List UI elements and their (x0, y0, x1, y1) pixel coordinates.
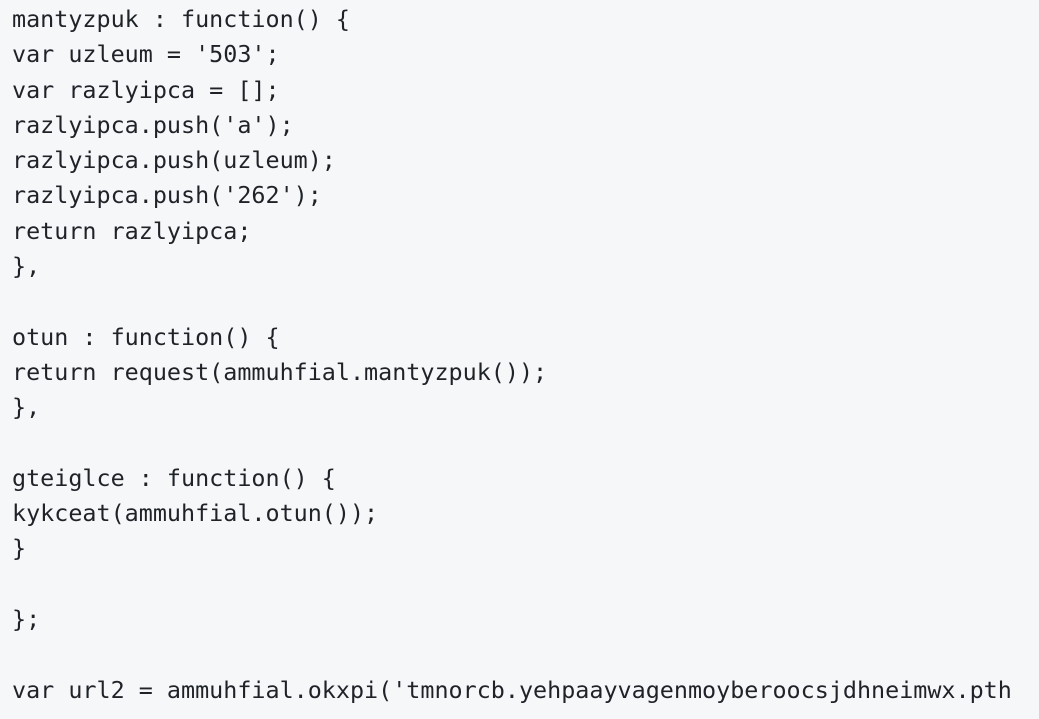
code-viewer: mantyzpuk : function() { var uzleum = '5… (0, 0, 1039, 719)
code-line: mantyzpuk : function() { (12, 5, 350, 33)
code-line: otun : function() { (12, 322, 280, 351)
code-line: }, (12, 393, 41, 422)
code-line: } (12, 534, 27, 563)
code-line: return request(ammuhfial.mantyzpuk()); (12, 357, 548, 386)
code-line: gteiglce : function() { (12, 463, 336, 492)
code-line: razlyipca.push(uzleum); (12, 146, 336, 175)
code-line: razlyipca.push('262'); (12, 181, 322, 210)
code-block: mantyzpuk : function() { var uzleum = '5… (12, 2, 1039, 708)
code-line: kykceat(ammuhfial.otun()); (12, 499, 379, 528)
code-line: var url2 = ammuhfial.okxpi('tmnorcb.yehp… (12, 675, 1012, 704)
code-line: razlyipca.push('a'); (12, 110, 294, 139)
code-line: }; (12, 605, 41, 634)
code-line: var razlyipca = []; (12, 75, 280, 104)
code-line: var uzleum = '503'; (12, 40, 280, 69)
code-line: }, (12, 252, 41, 281)
code-line: return razlyipca; (12, 216, 252, 245)
